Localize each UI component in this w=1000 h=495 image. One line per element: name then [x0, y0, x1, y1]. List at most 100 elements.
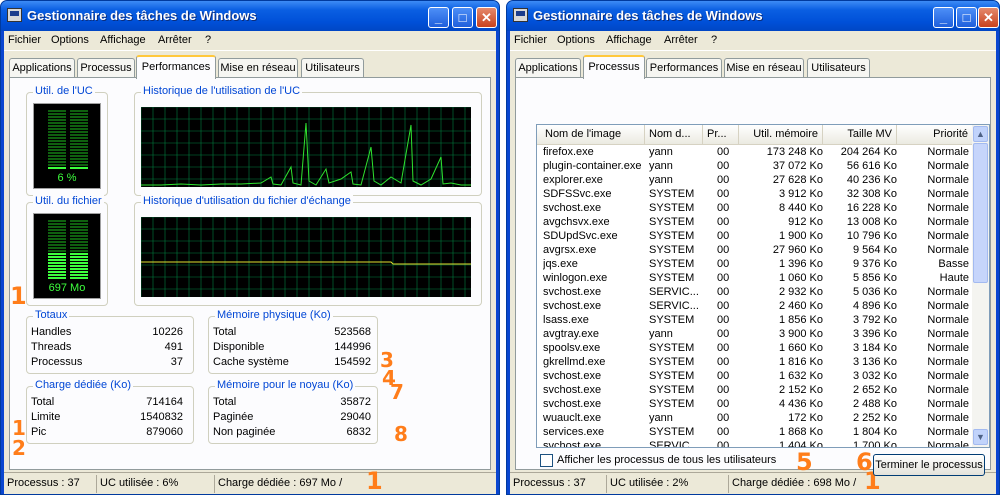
process-row[interactable]: svchost.exe SERVIC... 00 2 460 Ko 4 896 Ko No… — [537, 299, 973, 313]
close-button[interactable]: ✕ — [476, 7, 497, 28]
process-row[interactable]: svchost.exe SYSTEM 00 1 632 Ko 3 032 Ko Norma… — [537, 369, 973, 383]
menu-options[interactable]: Options — [51, 34, 89, 46]
cell-memory-usage: 27 960 Ko — [772, 244, 823, 256]
tab-utilisateurs[interactable]: Utilisateurs — [301, 58, 364, 78]
process-row[interactable]: SDFSSvc.exe SYSTEM 00 3 912 Ko 32 308 Ko Norm… — [537, 187, 973, 201]
menu-help[interactable]: ? — [205, 34, 211, 46]
cell-vm-size: 9 376 Ko — [852, 258, 897, 270]
cell-priority: Normale — [927, 286, 969, 298]
minimize-button[interactable]: _ — [428, 7, 449, 28]
cell-memory-usage: 1 856 Ko — [778, 314, 823, 326]
cell-image-name: svchost.exe — [543, 398, 602, 410]
cell-memory-usage: 37 072 Ko — [772, 160, 823, 172]
end-process-button[interactable]: Terminer le processus — [873, 454, 985, 476]
process-row[interactable]: firefox.exe yann 00 173 248 Ko 204 264 Ko Nor… — [537, 145, 973, 159]
process-row[interactable]: SDUpdSvc.exe SYSTEM 00 1 900 Ko 10 796 Ko Nor… — [537, 229, 973, 243]
process-row[interactable]: svchost.exe SERVIC... 00 2 932 Ko 5 036 Ko No… — [537, 285, 973, 299]
annotation-2: 2 — [12, 436, 26, 460]
cell-cpu: 00 — [717, 244, 730, 256]
cell-cpu: 00 — [717, 440, 730, 447]
column-header-memory-usage[interactable]: Util. mémoire — [739, 125, 823, 145]
title-bar[interactable]: Gestionnaire des tâches de Windows _ □ ✕ — [507, 1, 999, 31]
show-all-users-label: Afficher les processus de tous les utili… — [557, 454, 777, 466]
tab-processus[interactable]: Processus — [583, 55, 645, 79]
show-all-users-checkbox[interactable] — [540, 454, 553, 467]
cell-priority: Normale — [927, 202, 969, 214]
process-list[interactable]: Nom de l'image Nom d... Pr... Util. mémo… — [536, 124, 990, 448]
menu-affichage[interactable]: Affichage — [100, 34, 146, 46]
cell-priority: Normale — [927, 384, 969, 396]
process-row[interactable]: spoolsv.exe SYSTEM 00 1 660 Ko 3 184 Ko Norma… — [537, 341, 973, 355]
tab-processus[interactable]: Processus — [77, 58, 135, 78]
cell-user-name: SYSTEM — [649, 272, 695, 284]
cell-vm-size: 4 896 Ko — [852, 300, 897, 312]
column-header-image-name[interactable]: Nom de l'image — [537, 125, 645, 145]
process-row[interactable]: lsass.exe SYSTEM 00 1 856 Ko 3 792 Ko Normale — [537, 313, 973, 327]
menu-affichage[interactable]: Affichage — [606, 34, 652, 46]
process-list-scrollbar[interactable]: ▲ ▼ — [972, 125, 989, 447]
status-cpu: UC utilisée : 6% — [96, 475, 214, 493]
minimize-button[interactable]: _ — [933, 7, 954, 28]
pagefile-history-graph — [140, 216, 471, 297]
process-row[interactable]: wuauclt.exe yann 00 172 Ko 2 252 Ko Normale — [537, 411, 973, 425]
process-row[interactable]: svchost.exe SERVIC... 00 1 404 Ko 1 700 Ko No… — [537, 439, 973, 447]
process-row[interactable]: svchost.exe SYSTEM 00 2 152 Ko 2 652 Ko Norma… — [537, 383, 973, 397]
cell-cpu: 00 — [717, 216, 730, 228]
process-row[interactable]: avgchsvx.exe SYSTEM 00 912 Ko 13 008 Ko Norma… — [537, 215, 973, 229]
cell-cpu: 00 — [717, 202, 730, 214]
menu-fichier[interactable]: Fichier — [8, 34, 41, 46]
column-header-user-name[interactable]: Nom d... — [645, 125, 703, 145]
cell-priority: Normale — [927, 356, 969, 368]
tab-mise-en-reseau[interactable]: Mise en réseau — [724, 58, 804, 78]
process-row[interactable]: gkrellmd.exe SYSTEM 00 1 816 Ko 3 136 Ko Norm… — [537, 355, 973, 369]
menu-arreter[interactable]: Arrêter — [664, 34, 698, 46]
task-manager-window-processes: Gestionnaire des tâches de Windows _ □ ✕… — [506, 0, 1000, 495]
cell-priority: Normale — [927, 328, 969, 340]
cell-image-name: avgchsvx.exe — [543, 216, 610, 228]
process-row[interactable]: services.exe SYSTEM 00 1 868 Ko 1 804 Ko Norm… — [537, 425, 973, 439]
menu-options[interactable]: Options — [557, 34, 595, 46]
cell-cpu: 00 — [717, 328, 730, 340]
scroll-down-button[interactable]: ▼ — [973, 429, 988, 445]
maximize-button[interactable]: □ — [452, 7, 473, 28]
column-header-cpu[interactable]: Pr... — [703, 125, 739, 145]
close-button[interactable]: ✕ — [978, 7, 999, 28]
process-row[interactable]: avgtray.exe yann 00 3 900 Ko 3 396 Ko Normale — [537, 327, 973, 341]
process-row[interactable]: jqs.exe SYSTEM 00 1 396 Ko 9 376 Ko Basse — [537, 257, 973, 271]
cell-image-name: firefox.exe — [543, 146, 594, 158]
cell-image-name: jqs.exe — [543, 258, 578, 270]
cpu-usage-value: 6 % — [57, 172, 77, 184]
cell-cpu: 00 — [717, 160, 730, 172]
process-row[interactable]: plugin-container.exe yann 00 37 072 Ko 56 61… — [537, 159, 973, 173]
menu-fichier[interactable]: Fichier — [514, 34, 547, 46]
title-bar[interactable]: Gestionnaire des tâches de Windows _ □ ✕ — [1, 1, 499, 31]
cell-user-name: SYSTEM — [649, 314, 695, 326]
scroll-thumb[interactable] — [973, 143, 988, 283]
maximize-button[interactable]: □ — [956, 7, 977, 28]
stat-processus: Processus 37 — [31, 356, 183, 368]
cell-user-name: SYSTEM — [649, 216, 695, 228]
tab-applications[interactable]: Applications — [515, 58, 581, 78]
tab-mise-en-reseau[interactable]: Mise en réseau — [218, 58, 298, 78]
performance-panel: Util. de l'UC 6 % Historique de l'utilis… — [9, 77, 491, 470]
tab-applications[interactable]: Applications — [9, 58, 75, 78]
menu-help[interactable]: ? — [711, 34, 717, 46]
cell-priority: Normale — [927, 230, 969, 242]
cell-cpu: 00 — [717, 188, 730, 200]
menu-arreter[interactable]: Arrêter — [158, 34, 192, 46]
process-row[interactable]: svchost.exe SYSTEM 00 4 436 Ko 2 488 Ko Norma… — [537, 397, 973, 411]
process-row[interactable]: winlogon.exe SYSTEM 00 1 060 Ko 5 856 Ko Haut… — [537, 271, 973, 285]
process-row[interactable]: svchost.exe SYSTEM 00 8 440 Ko 16 228 Ko Norm… — [537, 201, 973, 215]
scroll-up-button[interactable]: ▲ — [973, 126, 988, 142]
process-row[interactable]: avgrsx.exe SYSTEM 00 27 960 Ko 9 564 Ko Norma… — [537, 243, 973, 257]
column-header-vm-size[interactable]: Taille MV — [823, 125, 897, 145]
cell-priority: Normale — [927, 426, 969, 438]
tab-utilisateurs[interactable]: Utilisateurs — [807, 58, 870, 78]
cell-vm-size: 3 396 Ko — [852, 328, 897, 340]
process-row[interactable]: explorer.exe yann 00 27 628 Ko 40 236 Ko Norm… — [537, 173, 973, 187]
column-header-priority[interactable]: Priorité — [897, 125, 973, 145]
tab-performances[interactable]: Performances — [136, 55, 216, 79]
cell-memory-usage: 2 152 Ko — [778, 384, 823, 396]
cell-user-name: SYSTEM — [649, 342, 695, 354]
tab-performances[interactable]: Performances — [646, 58, 722, 78]
